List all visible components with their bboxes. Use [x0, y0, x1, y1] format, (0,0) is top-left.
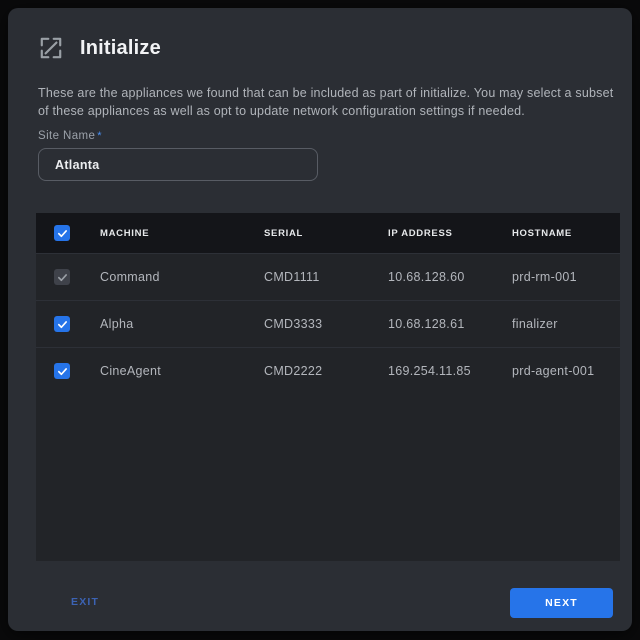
column-header-ip: IP ADDRESS: [388, 228, 512, 239]
column-header-hostname: HOSTNAME: [512, 228, 620, 239]
table-row: Command CMD1111 10.68.128.60 prd-rm-001: [36, 253, 620, 300]
site-name-label: Site Name*: [38, 130, 102, 142]
app-logo-icon: [38, 35, 64, 61]
row-checkbox-cell: [36, 363, 100, 379]
table-header-row: MACHINE SERIAL IP ADDRESS HOSTNAME: [36, 213, 620, 253]
row-checkbox-cell: [36, 269, 100, 285]
page-title: Initialize: [80, 37, 161, 60]
table-row: Alpha CMD3333 10.68.128.61 finalizer: [36, 300, 620, 347]
row-checkbox-command: [54, 269, 70, 285]
cell-hostname: prd-agent-001: [512, 364, 620, 378]
required-asterisk: *: [97, 130, 102, 142]
select-all-checkbox[interactable]: [54, 225, 70, 241]
row-checkbox-alpha[interactable]: [54, 316, 70, 332]
dialog-header: Initialize: [38, 35, 161, 61]
header-checkbox-cell: [36, 225, 100, 241]
cell-ip: 169.254.11.85: [388, 364, 512, 378]
exit-button[interactable]: EXIT: [71, 596, 99, 608]
cell-hostname: prd-rm-001: [512, 270, 620, 284]
cell-serial: CMD1111: [264, 270, 388, 284]
column-header-serial: SERIAL: [264, 228, 388, 239]
cell-machine: Alpha: [100, 317, 264, 331]
table-row: CineAgent CMD2222 169.254.11.85 prd-agen…: [36, 347, 620, 394]
column-header-machine: MACHINE: [100, 228, 264, 239]
appliance-table: MACHINE SERIAL IP ADDRESS HOSTNAME Comma…: [36, 213, 620, 561]
cell-serial: CMD3333: [264, 317, 388, 331]
row-checkbox-cell: [36, 316, 100, 332]
site-name-input[interactable]: [38, 148, 318, 181]
dialog-description: These are the appliances we found that c…: [38, 84, 618, 120]
cell-serial: CMD2222: [264, 364, 388, 378]
cell-machine: CineAgent: [100, 364, 264, 378]
cell-ip: 10.68.128.60: [388, 270, 512, 284]
cell-ip: 10.68.128.61: [388, 317, 512, 331]
cell-machine: Command: [100, 270, 264, 284]
site-name-label-text: Site Name: [38, 130, 95, 142]
row-checkbox-cineagent[interactable]: [54, 363, 70, 379]
next-button[interactable]: NEXT: [510, 588, 613, 618]
initialize-dialog: Initialize These are the appliances we f…: [8, 8, 632, 631]
cell-hostname: finalizer: [512, 317, 620, 331]
